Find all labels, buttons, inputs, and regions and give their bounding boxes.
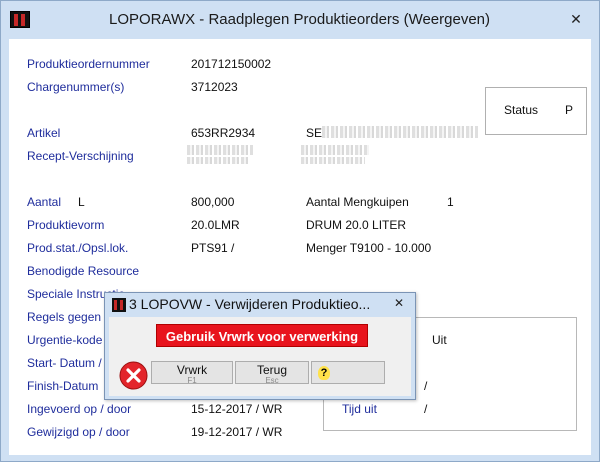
close-button[interactable]: ✕ xyxy=(563,12,589,28)
mixing-tanks-value: 1 xyxy=(447,195,454,209)
article-description: SE xyxy=(306,126,323,140)
recipe-desc-redacted xyxy=(301,145,369,155)
modified-value: 19-12-2017 / WR xyxy=(191,425,283,439)
quantity-unit: L xyxy=(78,195,85,209)
quantity-label: Aantal xyxy=(27,195,62,209)
entered-label: Ingevoerd op / door xyxy=(27,402,132,416)
article-value: 653RR2934 xyxy=(191,126,256,140)
quantity-value: 800,000 xyxy=(191,195,235,209)
back-button-label: Terug xyxy=(256,363,288,377)
article-description-redacted xyxy=(322,126,478,138)
article-label: Artikel xyxy=(27,126,61,140)
status-box: Status P xyxy=(485,87,587,135)
back-button[interactable]: Terug Esc xyxy=(235,361,309,385)
process-button[interactable]: Vrwrk F1 xyxy=(151,361,233,385)
prod-status-desc: Menger T9100 - 10.000 xyxy=(306,241,432,255)
error-icon xyxy=(119,361,148,390)
start-date-label: Start- Datum / xyxy=(27,356,102,370)
app-logo-icon xyxy=(10,11,30,28)
production-form-value: 20.0LMR xyxy=(191,218,240,232)
question-icon: ? xyxy=(318,366,330,380)
mixing-tanks-label: Aantal Mengkuipen xyxy=(306,195,409,209)
rules-label: Regels gegen xyxy=(27,310,102,324)
order-number-value: 201712150002 xyxy=(191,57,272,71)
charge-number-value: 3712023 xyxy=(191,80,238,94)
finish-date-label: Finish-Datum xyxy=(27,379,99,393)
status-value: P xyxy=(565,103,574,117)
process-button-label: Vrwrk xyxy=(176,363,208,377)
prod-status-label: Prod.stat./Opsl.lok. xyxy=(27,241,129,255)
dialog-close-button[interactable]: ✕ xyxy=(388,297,410,311)
production-form-label: Produktievorm xyxy=(27,218,105,232)
dialog-title: 3 LOPOVW - Verwijderen Produktieo... xyxy=(129,296,371,312)
status-label: Status xyxy=(504,103,539,117)
recipe-label: Recept-Verschijning xyxy=(27,149,134,163)
charge-number-label: Chargenummer(s) xyxy=(27,80,125,94)
help-button[interactable]: ? xyxy=(311,361,385,384)
time-out-label: Tijd uit xyxy=(342,402,377,416)
title-bar[interactable]: LOPORAWX - Raadplegen Produktieorders (W… xyxy=(1,1,599,39)
out-value: Uit xyxy=(432,333,447,347)
window-title: LOPORAWX - Raadplegen Produktieorders (W… xyxy=(109,11,491,28)
dialog-body: Gebruik Vrwrk voor verwerking Vrwrk F1 T… xyxy=(109,317,411,396)
delete-confirm-dialog: 3 LOPOVW - Verwijderen Produktieo... ✕ G… xyxy=(104,292,416,400)
dialog-message: Gebruik Vrwrk voor verwerking xyxy=(156,324,368,347)
time-slash-1: / xyxy=(424,379,428,393)
urgency-label: Urgentie-kode xyxy=(27,333,103,347)
prod-status-value: PTS91 / xyxy=(191,241,235,255)
production-form-desc: DRUM 20.0 LITER xyxy=(306,218,407,232)
recipe-desc-redacted-2 xyxy=(301,157,365,164)
recipe-value-redacted-2 xyxy=(187,157,249,164)
dialog-app-logo-icon xyxy=(112,298,126,312)
process-button-key: F1 xyxy=(187,376,197,385)
recipe-value-redacted xyxy=(187,145,253,155)
order-number-label: Produktieordernummer xyxy=(27,57,150,71)
back-button-key: Esc xyxy=(265,376,279,385)
entered-value: 15-12-2017 / WR xyxy=(191,402,283,416)
modified-label: Gewijzigd op / door xyxy=(27,425,130,439)
time-slash-2: / xyxy=(424,402,428,416)
resource-label: Benodigde Resource xyxy=(27,264,140,278)
